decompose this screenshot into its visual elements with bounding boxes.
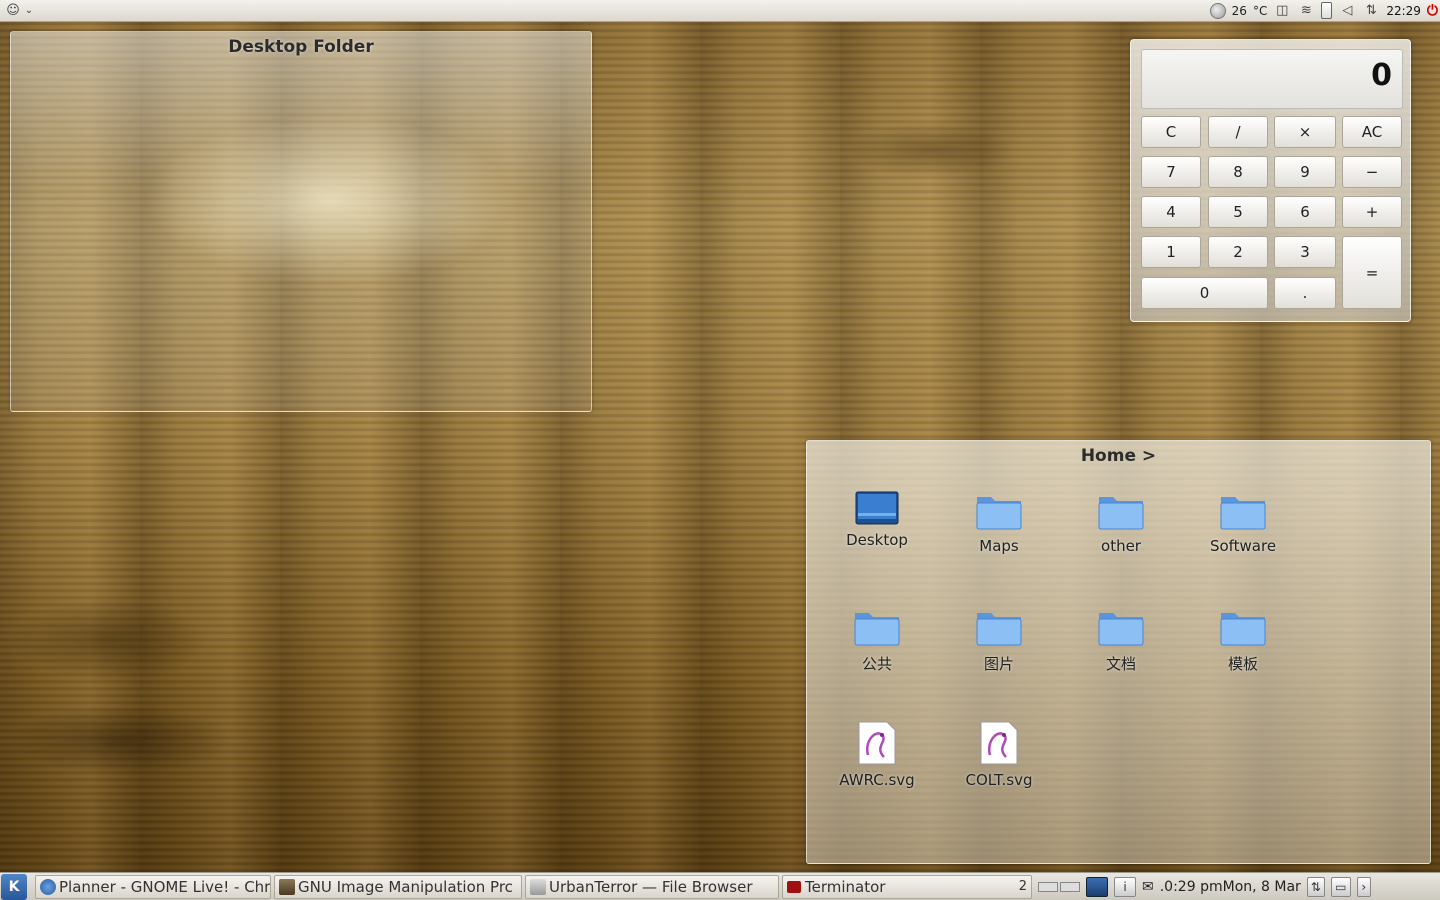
network-icon[interactable]: ⇅ [1306,876,1325,897]
calc-6-button[interactable]: 6 [1274,196,1336,228]
calc-9-button[interactable]: 9 [1274,156,1336,188]
terminal-icon [787,880,801,893]
taskbar-item-file-browser[interactable]: UrbanTerror — File Browser [525,874,779,899]
system-tray: i ✉ .0:29 pm Mon, 8 Mar ⇅ ▭ › [1086,876,1371,897]
file-label: 文档 [1105,655,1136,673]
workspace-pager[interactable] [1038,881,1080,892]
file-label: 公共 [861,655,892,673]
calculator-display: 0 [1141,49,1403,109]
workspace-2[interactable] [1060,881,1080,892]
temperature-value: 26 [1231,3,1247,18]
show-desktop-icon[interactable] [1086,876,1108,897]
file-item-awrc-svg[interactable]: AWRC.svg [822,721,932,789]
task-label: Planner - GNOME Live! - Chr [59,877,271,896]
calc-plus-button[interactable]: + [1342,196,1402,228]
file-label: Desktop [846,531,908,549]
info-icon[interactable]: i [1114,876,1136,897]
folder-icon [1220,497,1266,530]
folder-icon [854,613,900,646]
folder-icon [1098,613,1144,646]
taskbar-item-gimp[interactable]: GNU Image Manipulation Prc [274,874,522,899]
folder-icon [1098,497,1144,530]
file-browser-icon [530,878,546,895]
volume-icon[interactable]: ◁ [1338,2,1356,20]
file-item-software[interactable]: Software [1188,491,1298,555]
calc-3-button[interactable]: 3 [1274,236,1336,268]
calc-multiply-button[interactable]: × [1274,116,1336,148]
mail-icon[interactable]: ✉ [1142,879,1154,895]
file-item-public[interactable]: 公共 [822,607,932,674]
battery-icon[interactable] [1321,2,1333,19]
folder-icon [976,613,1022,646]
calc-2-button[interactable]: 2 [1208,236,1268,268]
task-label: GNU Image Manipulation Prc [298,877,513,896]
network-status-icon[interactable]: ◫ [1273,2,1291,20]
tray-date[interactable]: Mon, 8 Mar [1223,879,1301,895]
desktop-icon [855,491,899,525]
file-item-colt-svg[interactable]: COLT.svg [944,721,1054,789]
file-label: other [1101,537,1141,555]
calculator-widget: 0 C / × AC 7 8 9 − 4 5 6 + 1 2 3 = 0 . [1130,39,1411,322]
task-label: Terminator [805,877,886,896]
calc-clear-button[interactable]: C [1141,116,1201,148]
power-icon[interactable]: ⏻ [1427,3,1438,19]
folder-icon [976,497,1022,530]
temperature-unit: °C [1252,3,1268,18]
workspace-1[interactable] [1038,881,1058,892]
applications-menu-icon[interactable]: ☺ [4,2,22,20]
wifi-icon[interactable]: ≋ [1297,2,1315,20]
desktop-folder-widget[interactable]: Desktop Folder [10,31,592,412]
calc-0-button[interactable]: 0 [1141,277,1268,309]
taskbar-item-terminator[interactable]: Terminator 2 [782,874,1032,899]
calc-equals-button[interactable]: = [1342,236,1402,309]
file-manager-icon[interactable]: ▭ [1330,876,1351,897]
kde-menu-icon[interactable]: K [1,873,27,900]
file-label: AWRC.svg [839,771,915,789]
clock[interactable]: 22:29 [1386,4,1421,18]
calc-4-button[interactable]: 4 [1141,196,1201,228]
calc-1-button[interactable]: 1 [1141,236,1201,268]
desktop-folder-title: Desktop Folder [228,37,374,57]
file-item-maps[interactable]: Maps [944,491,1054,555]
bottom-panel: K Planner - GNOME Live! - Chr GNU Image … [0,872,1440,900]
top-panel-left: ☺ ⌄ [0,2,34,20]
gimp-icon [279,878,295,895]
network-manager-icon[interactable]: ⇅ [1362,2,1380,20]
file-label: Maps [979,537,1019,555]
top-panel-right: 26 °C ◫ ≋ ◁ ⇅ 22:29 ⏻ [1209,2,1440,20]
calc-minus-button[interactable]: − [1342,156,1402,188]
home-folder-widget: Home > Desktop Maps other Software 公共 图片… [806,440,1431,864]
home-folder-breadcrumb[interactable]: Home > [807,446,1430,466]
panel-toolbox-icon[interactable]: › [1356,876,1371,897]
file-item-desktop[interactable]: Desktop [822,491,932,549]
calc-decimal-button[interactable]: . [1274,277,1336,309]
svg-file-icon [980,721,1018,765]
task-group-count: 2 [1018,879,1027,894]
file-label: 图片 [983,655,1014,673]
tray-clock[interactable]: .0:29 pm [1160,879,1223,895]
weather-icon[interactable] [1209,2,1226,19]
folder-icon [1220,613,1266,646]
browser-icon [40,878,56,895]
file-item-templates[interactable]: 模板 [1188,607,1298,674]
chevron-down-icon[interactable]: ⌄ [24,2,34,20]
file-item-pictures[interactable]: 图片 [944,607,1054,674]
svg-file-icon [858,721,896,765]
file-item-other[interactable]: other [1066,491,1176,555]
calc-5-button[interactable]: 5 [1208,196,1268,228]
task-content: Terminator [787,878,885,896]
file-label: COLT.svg [965,771,1033,789]
top-panel: ☺ ⌄ 26 °C ◫ ≋ ◁ ⇅ 22:29 ⏻ [0,0,1440,22]
calc-7-button[interactable]: 7 [1141,156,1201,188]
taskbar-item-planner[interactable]: Planner - GNOME Live! - Chr [35,874,271,899]
calc-8-button[interactable]: 8 [1208,156,1268,188]
calc-all-clear-button[interactable]: AC [1342,116,1402,148]
task-label: UrbanTerror — File Browser [549,877,753,896]
file-item-documents[interactable]: 文档 [1066,607,1176,674]
file-label: 模板 [1227,655,1258,673]
calc-divide-button[interactable]: / [1208,116,1268,148]
file-label: Software [1209,537,1277,555]
